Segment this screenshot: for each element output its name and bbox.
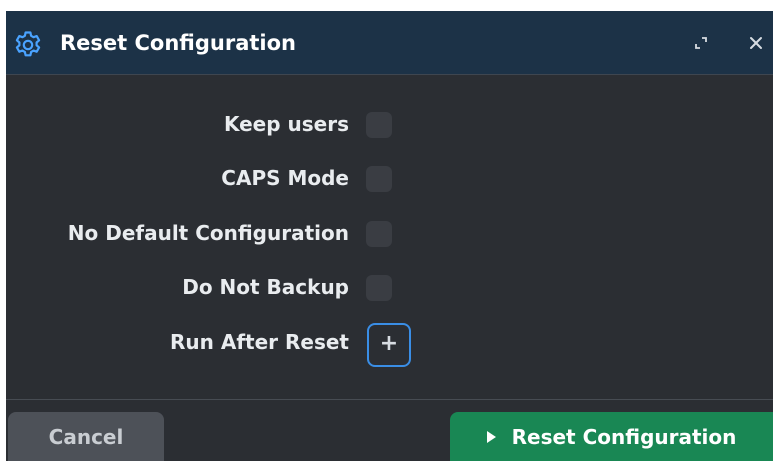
reset-button-label: Reset Configuration: [511, 425, 737, 449]
cancel-button-label: Cancel: [48, 425, 124, 449]
gear-icon: [12, 29, 44, 61]
dialog-footer: Cancel Reset Configuration: [6, 399, 773, 461]
option-label: No Default Configuration: [67, 221, 349, 245]
no-default-configuration-checkbox[interactable]: [366, 221, 392, 247]
caps-mode-checkbox[interactable]: [366, 166, 392, 192]
add-command-button[interactable]: +: [367, 323, 411, 367]
dialog-titlebar: Reset Configuration: [6, 11, 773, 75]
option-keep-users: Keep users: [6, 107, 773, 141]
play-icon: [486, 431, 496, 443]
dialog-title: Reset Configuration: [60, 31, 296, 55]
option-label: Do Not Backup: [182, 275, 349, 299]
keep-users-checkbox[interactable]: [366, 112, 392, 138]
reset-options-form: Keep users CAPS Mode No Default Configur…: [6, 75, 773, 399]
option-do-not-backup: Do Not Backup: [6, 270, 773, 304]
expand-icon[interactable]: [691, 33, 711, 53]
do-not-backup-checkbox[interactable]: [366, 275, 392, 301]
reset-configuration-dialog: Reset Configuration Keep users CAPS Mode…: [6, 11, 773, 461]
option-label: Keep users: [223, 112, 349, 136]
option-label: CAPS Mode: [221, 166, 349, 190]
option-run-after-reset: Run After Reset +: [6, 323, 773, 367]
option-no-default-configuration: No Default Configuration: [6, 216, 773, 250]
option-caps-mode: CAPS Mode: [6, 161, 773, 195]
plus-icon: +: [379, 331, 399, 356]
cancel-button[interactable]: Cancel: [8, 412, 164, 461]
reset-configuration-button[interactable]: Reset Configuration: [450, 412, 773, 461]
run-after-reset-label: Run After Reset: [170, 330, 349, 354]
close-icon[interactable]: [746, 33, 766, 53]
